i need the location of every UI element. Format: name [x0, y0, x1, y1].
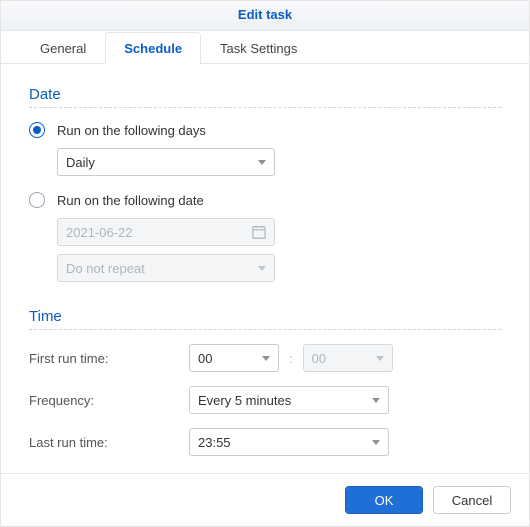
select-first-run-hour-value: 00 [198, 351, 212, 366]
calendar-icon [252, 225, 266, 239]
ok-button[interactable]: OK [345, 486, 423, 514]
select-first-run-hour[interactable]: 00 [189, 344, 279, 372]
chevron-down-icon [258, 266, 266, 271]
row-last-run: Last run time: 23:55 [29, 428, 501, 456]
tab-bar: General Schedule Task Settings [1, 31, 529, 64]
days-options: Daily [57, 148, 501, 176]
chevron-down-icon [258, 160, 266, 165]
chevron-down-icon [372, 440, 380, 445]
row-first-run: First run time: 00 : 00 [29, 344, 501, 372]
row-frequency: Frequency: Every 5 minutes [29, 386, 501, 414]
tab-schedule[interactable]: Schedule [105, 32, 201, 64]
section-time-title: Time [29, 308, 501, 325]
select-last-run-value: 23:55 [198, 435, 231, 450]
chevron-down-icon [376, 356, 384, 361]
select-time-frequency[interactable]: Every 5 minutes [189, 386, 389, 414]
label-first-run: First run time: [29, 351, 189, 366]
window-title: Edit task [1, 1, 529, 31]
select-repeat: Do not repeat [57, 254, 275, 282]
select-day-frequency[interactable]: Daily [57, 148, 275, 176]
date-options: 2021-06-22 Do not repeat [57, 218, 501, 282]
tab-task-settings[interactable]: Task Settings [201, 32, 316, 64]
select-time-frequency-value: Every 5 minutes [198, 393, 291, 408]
dialog-footer: OK Cancel [1, 473, 529, 526]
input-run-date: 2021-06-22 [57, 218, 275, 246]
edit-task-window: Edit task General Schedule Task Settings… [0, 0, 530, 527]
divider [29, 107, 501, 108]
label-last-run: Last run time: [29, 435, 189, 450]
first-run-time-group: 00 : 00 [189, 344, 393, 372]
select-day-frequency-value: Daily [66, 155, 95, 170]
select-repeat-value: Do not repeat [66, 261, 145, 276]
input-run-date-value: 2021-06-22 [66, 225, 133, 240]
time-colon: : [285, 351, 297, 366]
radio-row-days: Run on the following days [29, 122, 501, 138]
radio-run-following-days[interactable] [29, 122, 45, 138]
chevron-down-icon [372, 398, 380, 403]
radio-run-following-days-label: Run on the following days [57, 123, 206, 138]
tab-general[interactable]: General [21, 32, 105, 64]
select-first-run-minute-value: 00 [312, 351, 326, 366]
label-frequency: Frequency: [29, 393, 189, 408]
cancel-button[interactable]: Cancel [433, 486, 511, 514]
radio-run-following-date-label: Run on the following date [57, 193, 204, 208]
divider [29, 329, 501, 330]
chevron-down-icon [262, 356, 270, 361]
select-last-run[interactable]: 23:55 [189, 428, 389, 456]
select-first-run-minute: 00 [303, 344, 393, 372]
radio-row-date: Run on the following date [29, 192, 501, 208]
radio-run-following-date[interactable] [29, 192, 45, 208]
content-area: Date Run on the following days Daily Run… [1, 64, 529, 473]
section-date-title: Date [29, 86, 501, 103]
